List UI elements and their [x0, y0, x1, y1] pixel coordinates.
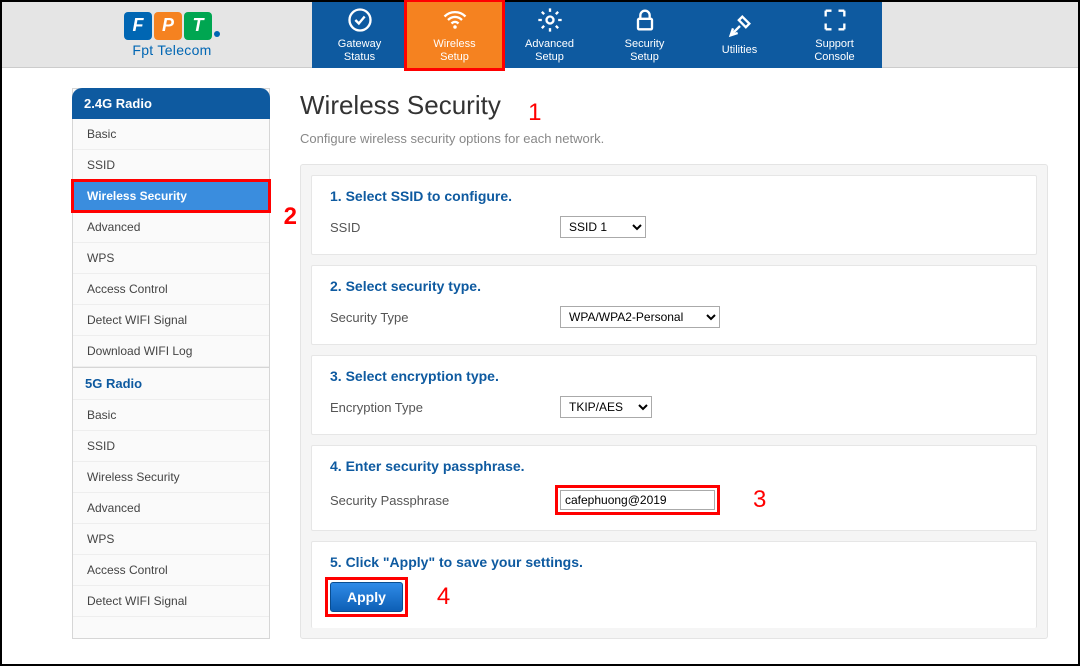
sidebar-item-wireless-security[interactable]: Wireless Security 2: [73, 181, 269, 212]
main-nav: Gateway Status Wireless Setup Advanced S…: [312, 2, 882, 68]
section-ssid: 1. Select SSID to configure. SSID SSID 1: [311, 175, 1037, 255]
sidebar5g-item-advanced[interactable]: Advanced: [73, 493, 269, 524]
settings-panel: 1. Select SSID to configure. SSID SSID 1…: [300, 164, 1048, 639]
expand-icon: [821, 6, 849, 34]
nav-advanced-setup[interactable]: Advanced Setup: [502, 2, 597, 68]
gear-icon: [536, 6, 564, 34]
sidebar-item-advanced[interactable]: Advanced: [73, 212, 269, 243]
nav-gateway-status[interactable]: Gateway Status: [312, 2, 407, 68]
nav-label: Setup: [630, 51, 659, 64]
page-body: 2.4G Radio Basic SSID Wireless Security …: [2, 68, 1078, 659]
passphrase-input[interactable]: [560, 490, 715, 510]
security-type-label: Security Type: [330, 310, 540, 325]
section-security-type: 2. Select security type. Security Type W…: [311, 265, 1037, 345]
brand-logo: F P T Fpt Telecom: [2, 12, 312, 58]
page-subtitle: Configure wireless security options for …: [300, 131, 1048, 146]
check-circle-icon: [346, 6, 374, 34]
nav-label: Setup: [535, 51, 564, 64]
nav-label: Support: [815, 38, 854, 51]
logo-letter-t: T: [184, 12, 212, 40]
sidebar-item-detect-wifi[interactable]: Detect WIFI Signal: [73, 305, 269, 336]
sidebar-item-basic[interactable]: Basic: [73, 119, 269, 150]
nav-security-setup[interactable]: Security Setup: [597, 2, 692, 68]
ssid-select[interactable]: SSID 1: [560, 216, 646, 238]
annotation-1: 1: [528, 99, 541, 126]
section-title: 1. Select SSID to configure.: [330, 188, 1018, 204]
brand-name: Fpt Telecom: [132, 42, 211, 58]
annotation-3: 3: [753, 486, 766, 514]
nav-label: Setup: [440, 51, 469, 64]
logo-letter-p: P: [154, 12, 182, 40]
section-apply: 5. Click "Apply" to save your settings. …: [311, 541, 1037, 628]
nav-label: Console: [814, 51, 854, 64]
sidebar5g-item-wps[interactable]: WPS: [73, 524, 269, 555]
annotation-4: 4: [437, 583, 450, 611]
sidebar-item-access-control[interactable]: Access Control: [73, 274, 269, 305]
section-encryption: 3. Select encryption type. Encryption Ty…: [311, 355, 1037, 435]
page-title-text: Wireless Security: [300, 90, 501, 120]
section-title: 5. Click "Apply" to save your settings.: [330, 554, 1018, 570]
nav-label: Wireless: [433, 38, 475, 51]
lock-icon: [631, 6, 659, 34]
nav-label: Utilities: [722, 44, 757, 57]
main-content: Wireless Security 1 Configure wireless s…: [300, 88, 1048, 639]
sidebar-item-download-log[interactable]: Download WIFI Log: [73, 336, 269, 367]
sidebar-item-label: Wireless Security: [87, 189, 187, 203]
nav-label: Status: [344, 51, 375, 64]
tools-icon: [726, 12, 754, 40]
nav-label: Security: [625, 38, 665, 51]
sidebar5g-item-access-control[interactable]: Access Control: [73, 555, 269, 586]
annotation-2: 2: [284, 203, 297, 231]
nav-support-console[interactable]: Support Console: [787, 2, 882, 68]
page-title: Wireless Security 1: [300, 90, 1048, 127]
top-bar: F P T Fpt Telecom Gateway Status Wireles…: [2, 2, 1078, 68]
section-title: 4. Enter security passphrase.: [330, 458, 1018, 474]
encryption-select[interactable]: TKIP/AES: [560, 396, 652, 418]
sidebar-group-24g: 2.4G Radio: [72, 88, 270, 119]
passphrase-label: Security Passphrase: [330, 493, 540, 508]
sidebar-item-ssid[interactable]: SSID: [73, 150, 269, 181]
nav-wireless-setup[interactable]: Wireless Setup: [407, 2, 502, 68]
wifi-icon: [441, 6, 469, 34]
sidebar5g-item-ssid[interactable]: SSID: [73, 431, 269, 462]
sidebar5g-item-basic[interactable]: Basic: [73, 400, 269, 431]
nav-utilities[interactable]: Utilities: [692, 2, 787, 68]
sidebar: 2.4G Radio Basic SSID Wireless Security …: [72, 88, 270, 639]
apply-button[interactable]: Apply: [330, 582, 403, 612]
sidebar-group-5g: 5G Radio: [73, 367, 269, 400]
security-type-select[interactable]: WPA/WPA2-Personal: [560, 306, 720, 328]
sidebar-item-wps[interactable]: WPS: [73, 243, 269, 274]
encryption-label: Encryption Type: [330, 400, 540, 415]
nav-label: Gateway: [338, 38, 381, 51]
section-passphrase: 4. Enter security passphrase. Security P…: [311, 445, 1037, 531]
section-title: 3. Select encryption type.: [330, 368, 1018, 384]
nav-label: Advanced: [525, 38, 574, 51]
sidebar5g-item-wireless-security[interactable]: Wireless Security: [73, 462, 269, 493]
logo-dot: [214, 31, 220, 37]
section-title: 2. Select security type.: [330, 278, 1018, 294]
sidebar5g-item-detect-wifi[interactable]: Detect WIFI Signal: [73, 586, 269, 617]
ssid-label: SSID: [330, 220, 540, 235]
logo-letter-f: F: [124, 12, 152, 40]
